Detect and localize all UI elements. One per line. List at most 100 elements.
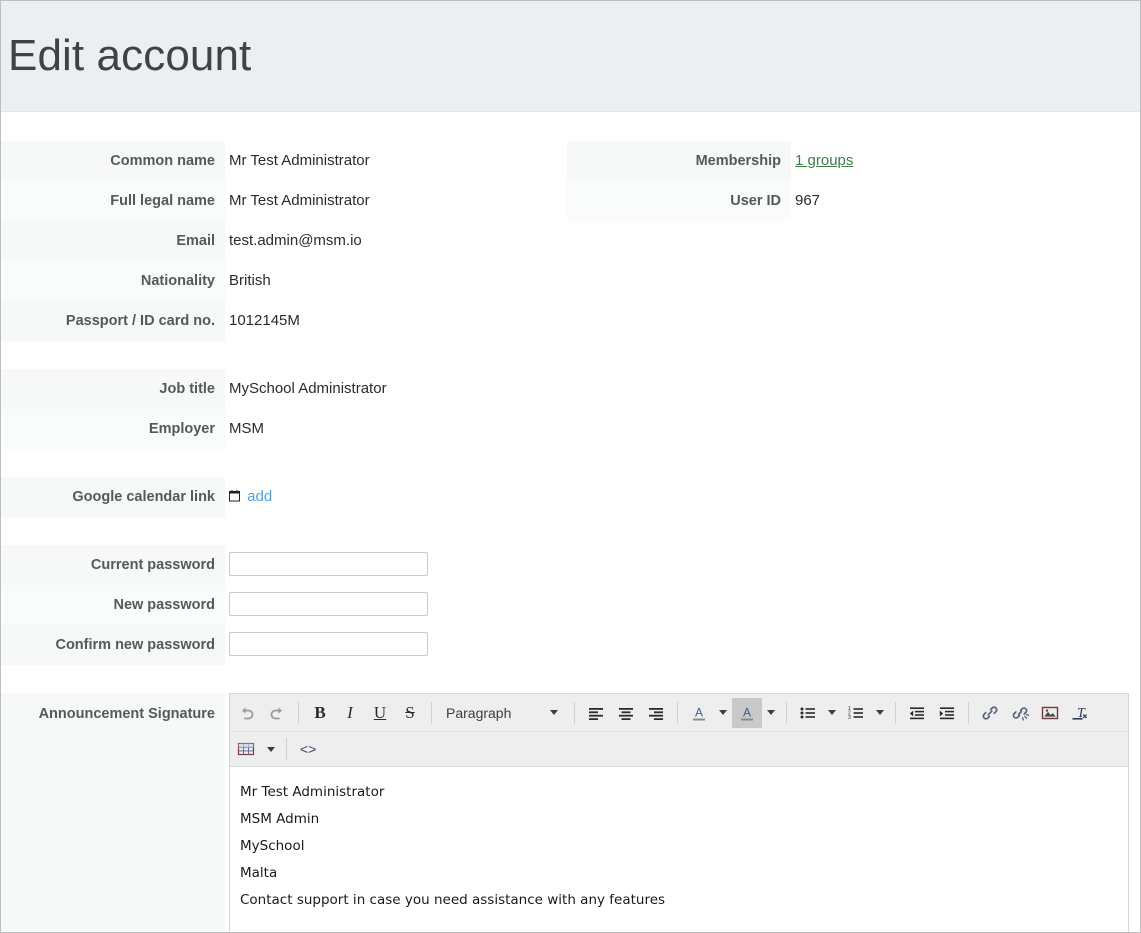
bullet-list-icon[interactable] bbox=[793, 698, 823, 728]
chevron-down-icon bbox=[719, 710, 727, 715]
bold-glyph: B bbox=[314, 702, 326, 722]
table-dropdown[interactable] bbox=[262, 734, 280, 764]
toolbar-separator bbox=[298, 701, 299, 724]
chevron-down-icon bbox=[267, 746, 275, 752]
field-row-full-legal-name: Full legal name Mr Test Administrator bbox=[1, 181, 567, 221]
text-color-icon[interactable]: A bbox=[684, 698, 714, 728]
page-header: Edit account bbox=[1, 1, 1140, 112]
paragraph-format-select[interactable]: Paragraph bbox=[438, 699, 562, 727]
strikethrough-icon[interactable]: S bbox=[395, 698, 425, 728]
calendar-block: Google calendar link add bbox=[1, 477, 567, 517]
signature-line: MySchool bbox=[240, 838, 305, 854]
underline-glyph: U bbox=[373, 702, 387, 722]
label-announcement-signature: Announcement Signature bbox=[1, 693, 225, 932]
field-row-membership: Membership 1 groups bbox=[567, 141, 1133, 181]
value-google-calendar-link: add bbox=[225, 477, 567, 517]
value-nationality: British bbox=[229, 272, 271, 289]
edit-account-page: Edit account Common name Mr Test Adminis… bbox=[0, 0, 1141, 933]
clear-formatting-icon[interactable]: T bbox=[1065, 698, 1095, 728]
value-full-legal-name: Mr Test Administrator bbox=[229, 192, 370, 209]
signature-line: Malta bbox=[240, 865, 278, 881]
field-row-job-title: Job title MySchool Administrator bbox=[1, 369, 567, 409]
value-email: test.admin@msm.io bbox=[229, 232, 362, 249]
current-password-input[interactable] bbox=[229, 552, 428, 576]
label-new-password: New password bbox=[1, 585, 225, 625]
label-passport: Passport / ID card no. bbox=[1, 301, 225, 341]
italic-icon[interactable]: I bbox=[335, 698, 365, 728]
page-title: Edit account bbox=[8, 30, 252, 80]
toolbar-separator bbox=[968, 701, 969, 724]
bullet-list-dropdown[interactable] bbox=[823, 698, 841, 728]
employment-block: Job title MySchool Administrator Employe… bbox=[1, 369, 567, 449]
rich-text-editor: B I U S Paragraph A A 1 2 3 T <> Mr Test… bbox=[229, 693, 1129, 932]
chevron-down-icon bbox=[828, 710, 836, 715]
toolbar-separator bbox=[786, 701, 787, 724]
signature-editor-body[interactable]: Mr Test Administrator MSM Admin MySchool… bbox=[230, 767, 1128, 932]
strikethrough-glyph: S bbox=[405, 702, 415, 722]
image-icon[interactable] bbox=[1035, 698, 1065, 728]
label-user-id: User ID bbox=[567, 181, 791, 221]
highlight-color-icon[interactable]: A bbox=[732, 697, 762, 728]
signature-line: MSM Admin bbox=[240, 811, 320, 827]
section-spacer-2 bbox=[1, 449, 1140, 477]
align-right-icon[interactable] bbox=[641, 698, 671, 728]
toolbar-separator bbox=[286, 738, 287, 760]
table-icon[interactable] bbox=[232, 734, 262, 764]
link-icon[interactable] bbox=[975, 698, 1005, 728]
svg-text:A: A bbox=[695, 705, 703, 719]
field-row-passport: Passport / ID card no. 1012145M bbox=[1, 301, 567, 341]
undo-icon[interactable] bbox=[232, 698, 262, 728]
field-row-current-password: Current password bbox=[1, 545, 567, 585]
chevron-down-icon bbox=[550, 710, 558, 715]
value-common-name: Mr Test Administrator bbox=[229, 152, 370, 169]
source-code-icon[interactable]: <> bbox=[293, 734, 323, 764]
source-code-glyph: <> bbox=[300, 741, 317, 757]
redo-icon[interactable] bbox=[262, 698, 292, 728]
calendar-icon bbox=[229, 490, 240, 502]
left-column: Common name Mr Test Administrator Full l… bbox=[1, 141, 567, 341]
toolbar-separator bbox=[574, 701, 575, 724]
label-employer: Employer bbox=[1, 409, 225, 449]
new-password-input[interactable] bbox=[229, 592, 428, 616]
field-row-announcement-signature: Announcement Signature B I U S Paragraph… bbox=[1, 693, 1140, 932]
label-email: Email bbox=[1, 221, 225, 261]
paragraph-format-label: Paragraph bbox=[446, 704, 512, 721]
value-membership: 1 groups bbox=[791, 141, 1133, 181]
numbered-list-dropdown[interactable] bbox=[871, 698, 889, 728]
toolbar-separator bbox=[431, 701, 432, 724]
numbered-list-icon[interactable]: 1 2 3 bbox=[841, 698, 871, 728]
label-confirm-new-password: Confirm new password bbox=[1, 625, 225, 665]
outdent-icon[interactable] bbox=[902, 698, 932, 728]
value-job-title: MySchool Administrator bbox=[229, 380, 387, 397]
indent-icon[interactable] bbox=[932, 698, 962, 728]
editor-toolbar-row-1: B I U S Paragraph A A 1 2 3 T bbox=[230, 694, 1128, 731]
unlink-icon[interactable] bbox=[1005, 698, 1035, 728]
identity-columns: Common name Mr Test Administrator Full l… bbox=[1, 141, 1140, 341]
label-membership: Membership bbox=[567, 141, 791, 181]
field-row-new-password: New password bbox=[1, 585, 567, 625]
google-calendar-add-link[interactable]: add bbox=[247, 488, 272, 505]
field-row-user-id: User ID 967 bbox=[567, 181, 1133, 221]
svg-text:3: 3 bbox=[848, 715, 851, 721]
editor-toolbar-row-2: <> bbox=[230, 731, 1128, 766]
chevron-down-icon bbox=[876, 710, 884, 715]
label-google-calendar-link: Google calendar link bbox=[1, 477, 225, 517]
bold-icon[interactable]: B bbox=[305, 698, 335, 728]
align-center-icon[interactable] bbox=[611, 698, 641, 728]
membership-groups-link[interactable]: 1 groups bbox=[795, 152, 853, 169]
field-row-email: Email test.admin@msm.io bbox=[1, 221, 567, 261]
toolbar-separator bbox=[895, 701, 896, 724]
value-passport: 1012145M bbox=[229, 312, 300, 329]
field-row-google-calendar: Google calendar link add bbox=[1, 477, 567, 517]
underline-icon[interactable]: U bbox=[365, 698, 395, 728]
right-column: Membership 1 groups User ID 967 bbox=[567, 141, 1133, 221]
confirm-new-password-input[interactable] bbox=[229, 632, 428, 656]
align-left-icon[interactable] bbox=[581, 698, 611, 728]
text-color-dropdown[interactable] bbox=[714, 698, 732, 728]
password-block: Current password New password Confirm ne… bbox=[1, 545, 567, 665]
label-current-password: Current password bbox=[1, 545, 225, 585]
highlight-color-dropdown[interactable] bbox=[762, 698, 780, 728]
signature-line: Mr Test Administrator bbox=[240, 784, 385, 800]
signature-line: Contact support in case you need assista… bbox=[240, 892, 666, 908]
editor-toolbar: B I U S Paragraph A A 1 2 3 T <> bbox=[230, 694, 1128, 767]
